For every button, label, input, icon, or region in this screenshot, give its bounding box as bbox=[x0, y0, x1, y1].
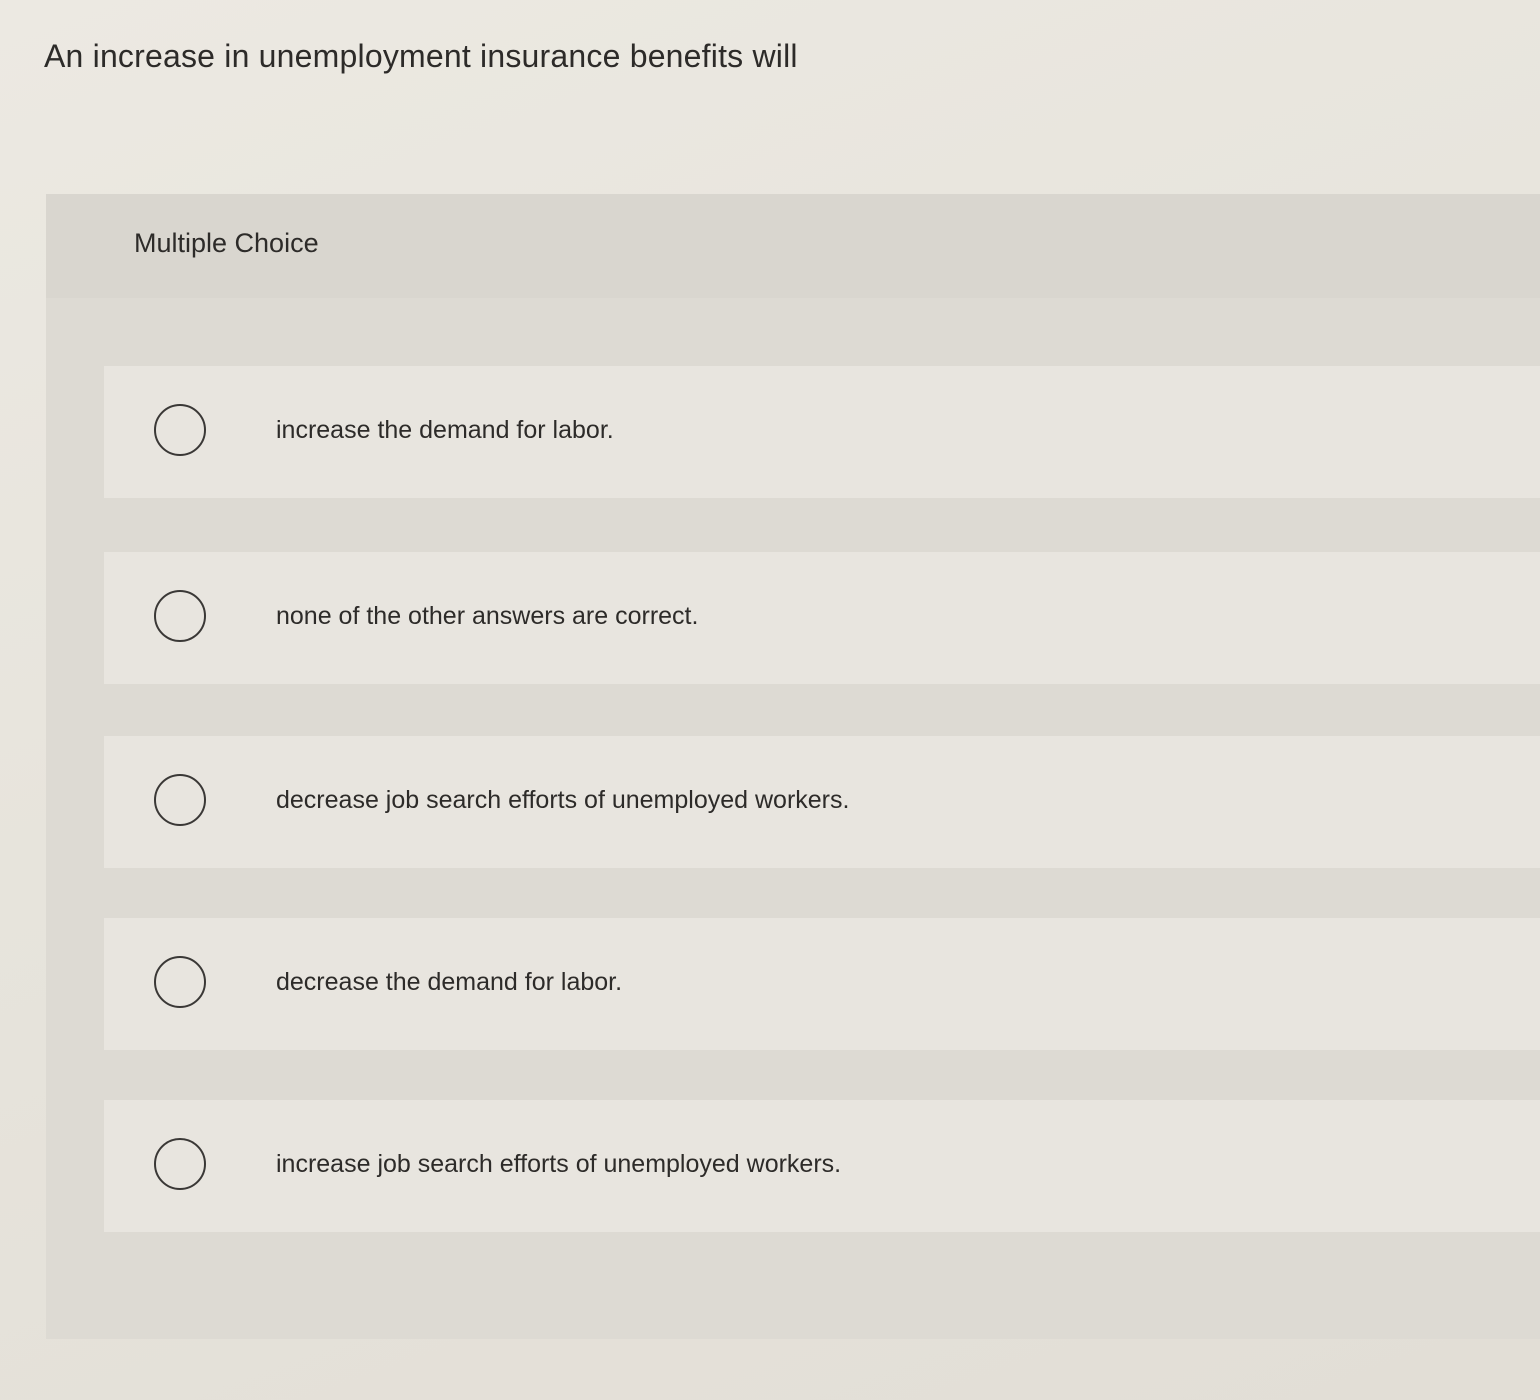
answer-option[interactable]: increase job search efforts of unemploye… bbox=[104, 1100, 1540, 1232]
answer-option-label: decrease job search efforts of unemploye… bbox=[276, 786, 850, 814]
question-text: An increase in unemployment insurance be… bbox=[44, 38, 798, 74]
radio-button[interactable] bbox=[154, 404, 206, 456]
panel-title: Multiple Choice bbox=[134, 228, 319, 258]
answer-option-label: decrease the demand for labor. bbox=[276, 968, 623, 996]
radio-button[interactable] bbox=[154, 956, 206, 1008]
answer-option[interactable]: increase the demand for labor. bbox=[104, 366, 1540, 498]
answer-option-label: increase the demand for labor. bbox=[276, 416, 614, 444]
answer-option-label: increase job search efforts of unemploye… bbox=[276, 1150, 842, 1178]
answer-option[interactable]: decrease job search efforts of unemploye… bbox=[104, 736, 1540, 868]
answer-option[interactable]: decrease the demand for labor. bbox=[104, 918, 1540, 1050]
radio-button[interactable] bbox=[154, 774, 206, 826]
answer-option-label: none of the other answers are correct. bbox=[276, 602, 699, 630]
multiple-choice-panel: Multiple Choice increase the demand for … bbox=[46, 194, 1540, 1339]
panel-header: Multiple Choice bbox=[46, 194, 1540, 298]
radio-button[interactable] bbox=[154, 1138, 206, 1190]
radio-button[interactable] bbox=[154, 590, 206, 642]
answer-option[interactable]: none of the other answers are correct. bbox=[104, 552, 1540, 684]
